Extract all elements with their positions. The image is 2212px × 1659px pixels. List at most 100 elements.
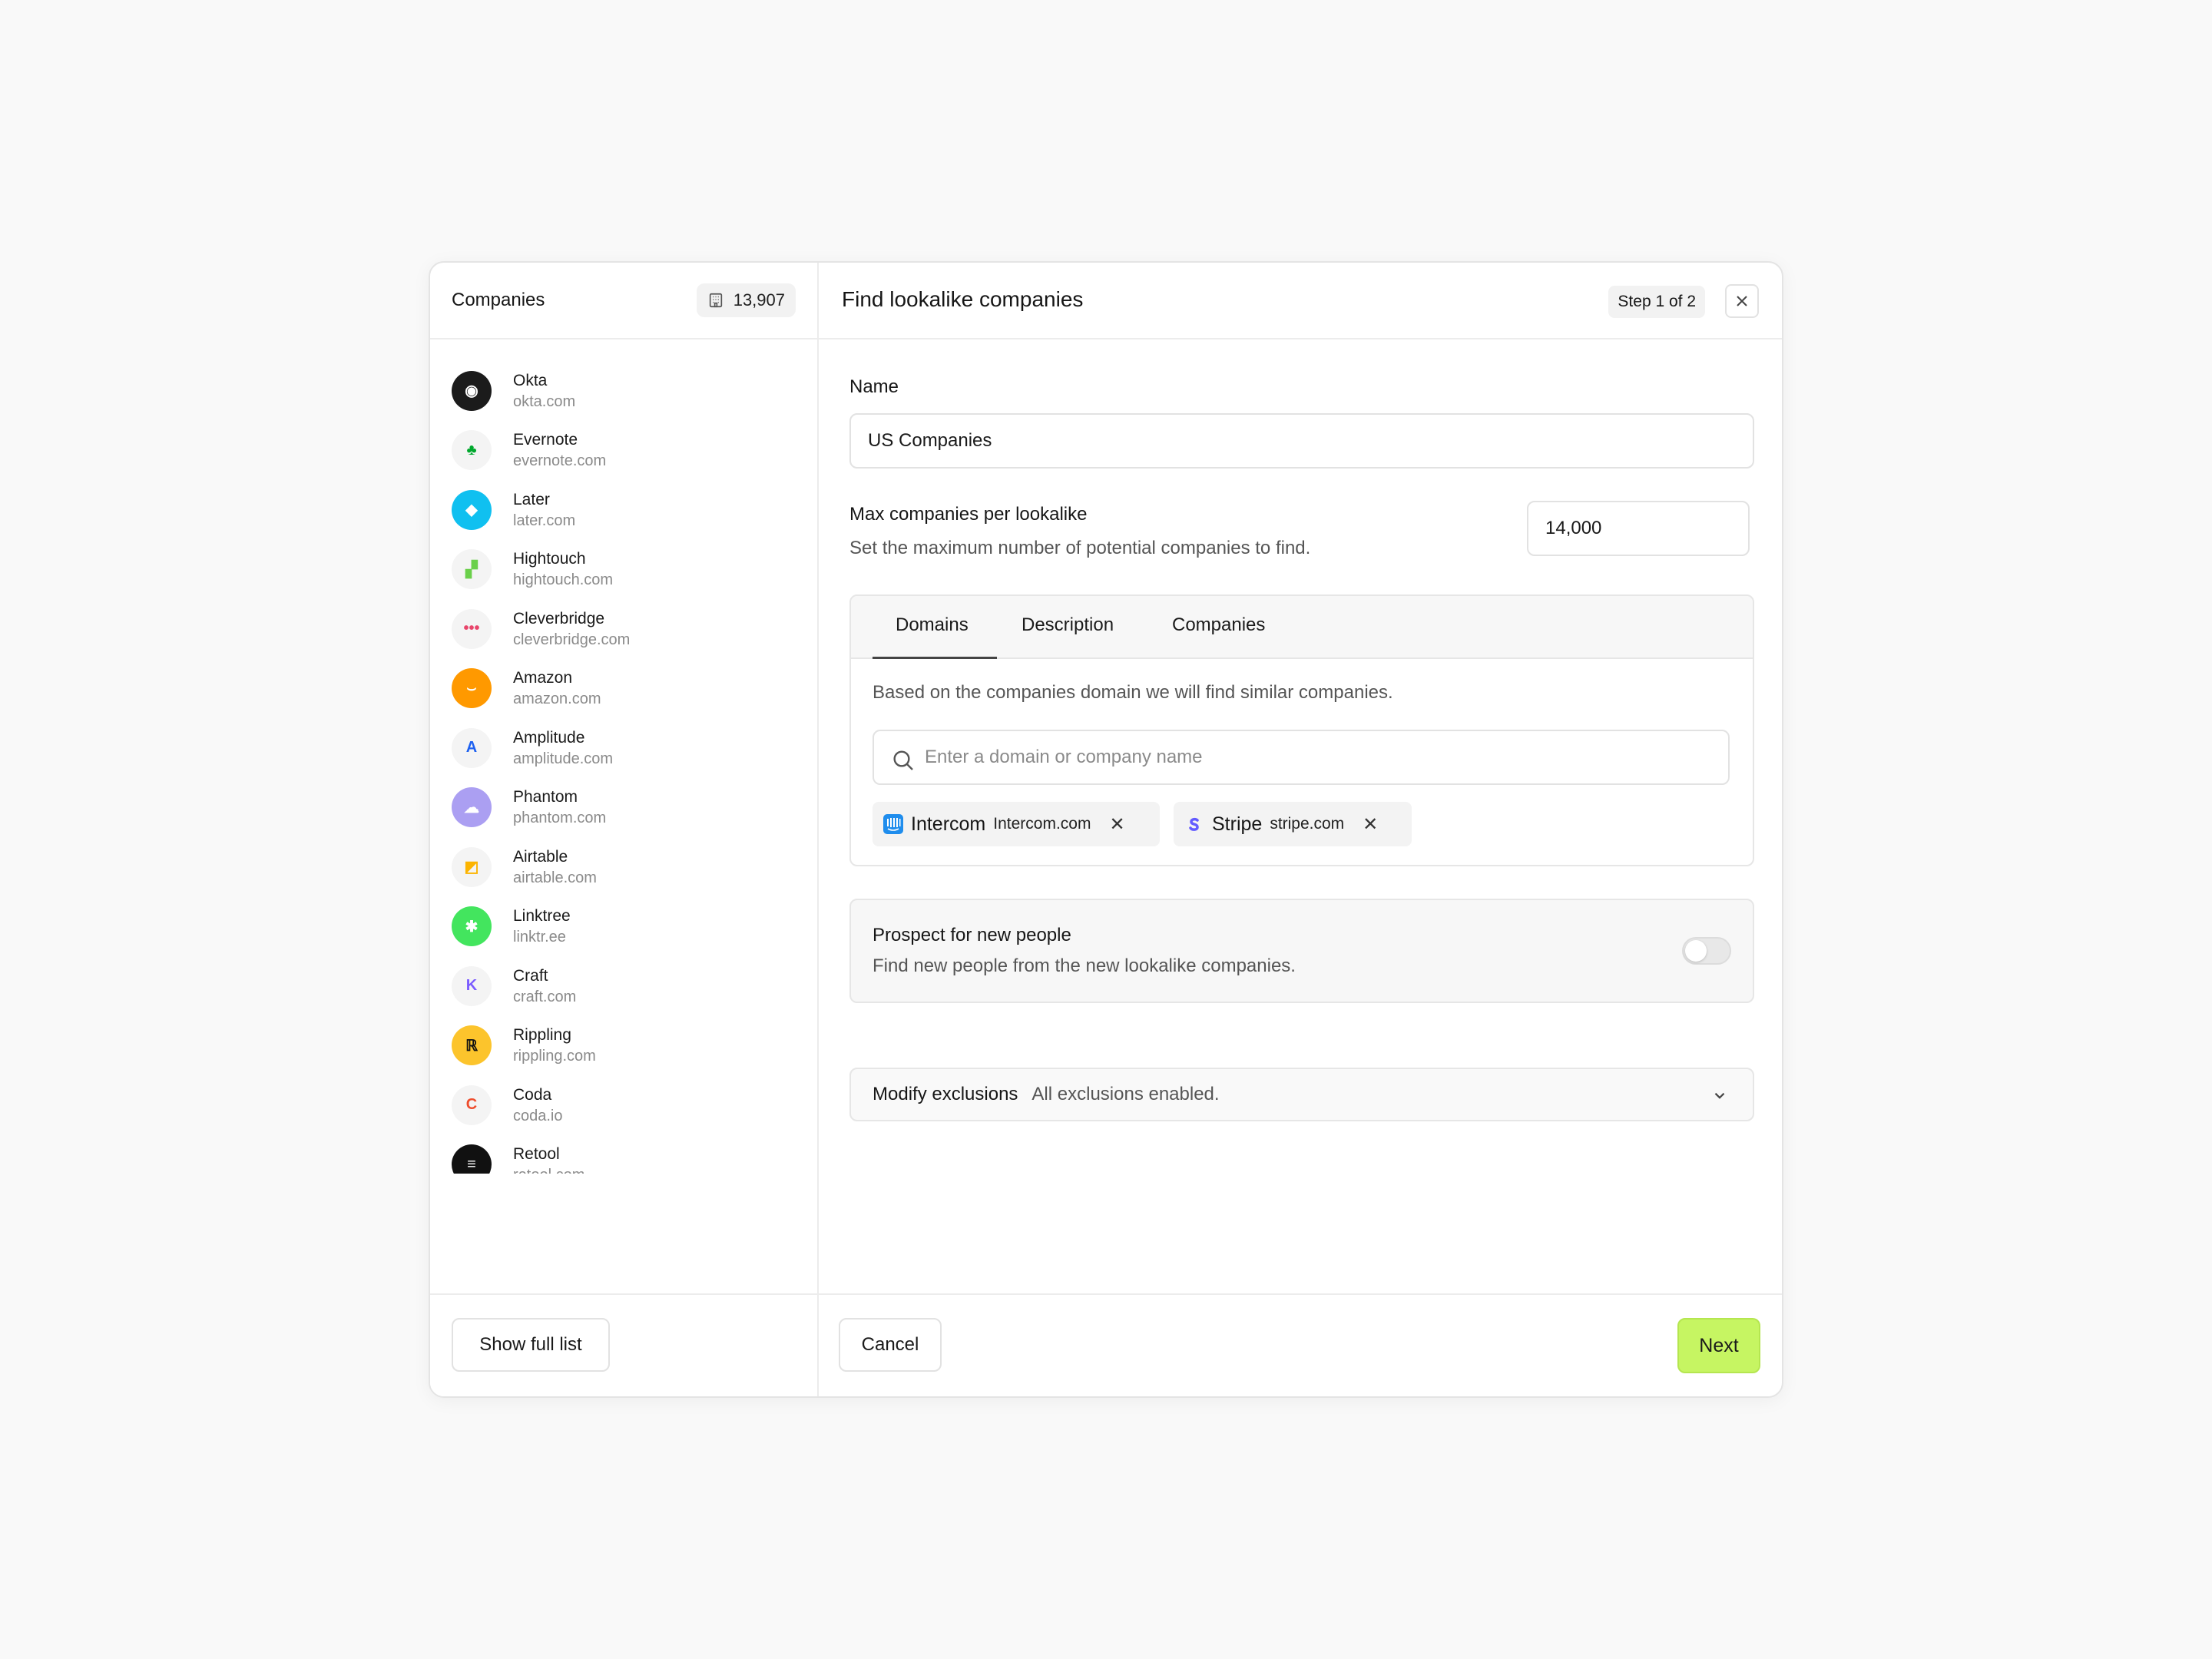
company-list-item[interactable]: K Craft craft.com (430, 956, 817, 1016)
company-name: Okta (513, 371, 548, 389)
company-list-item[interactable]: C Coda coda.io (430, 1075, 817, 1135)
company-list-item[interactable]: ≡ Retoolretool.com (430, 1135, 817, 1174)
domain-search-placeholder: Enter a domain or company name (925, 747, 1203, 767)
company-name: Later (513, 490, 550, 508)
company-list-item[interactable]: ◩ Airtable airtable.com (430, 837, 817, 897)
company-list[interactable]: ◉ Okta okta.com ♣ Evernote evernote.com ◆ Later… (430, 361, 817, 1174)
tab-description[interactable]: Description (1022, 614, 1114, 636)
show-full-list-button[interactable]: Show full list (452, 1318, 610, 1372)
exclusions-dropdown[interactable]: Modify exclusions All exclusions enabled… (849, 1068, 1754, 1121)
company-name: Craft (513, 966, 548, 985)
company-logo-icon: ▞ (452, 549, 492, 590)
chip-domain: stripe.com (1270, 815, 1345, 833)
step-badge: Step 1 of 2 (1608, 286, 1705, 318)
prospect-section: Prospect for new people Find new people … (849, 899, 1754, 1003)
prospect-help: Find new people from the new lookalike c… (873, 955, 1296, 976)
company-domain: hightouch.com (513, 571, 614, 589)
intercom-logo-icon (883, 814, 903, 834)
form-header: Find lookalike companies Step 1 of 2 (819, 263, 1782, 339)
company-text: Cleverbridge cleverbridge.com (513, 608, 630, 650)
company-list-item[interactable]: ♣ Evernote evernote.com (430, 421, 817, 481)
company-name: Hightouch (513, 550, 586, 568)
company-name: Phantom (513, 788, 578, 806)
company-list-item[interactable]: A Amplitude amplitude.com (430, 718, 817, 778)
companies-footer: Show full list (430, 1293, 817, 1396)
company-name: Amazon (513, 669, 573, 687)
company-text: Evernote evernote.com (513, 429, 606, 471)
page-title: Find lookalike companies (842, 287, 1084, 311)
company-text: Linktree linktr.ee (513, 906, 571, 947)
company-logo-icon: A (452, 727, 492, 768)
close-button[interactable] (1725, 284, 1759, 318)
max-companies-label: Max companies per lookalike (849, 504, 1088, 525)
domain-chip-intercom: Intercom Intercom.com ✕ (873, 802, 1160, 846)
company-text: Okta okta.com (513, 370, 575, 412)
company-list-item[interactable]: ☁ Phantom phantom.com (430, 778, 817, 838)
company-domain: linktr.ee (513, 929, 566, 946)
chip-name: Intercom (911, 813, 986, 835)
company-text: Later later.com (513, 489, 575, 531)
company-logo-icon: ℝ (452, 1025, 492, 1066)
cancel-button[interactable]: Cancel (839, 1318, 942, 1372)
company-name: Cleverbridge (513, 609, 605, 628)
company-logo-icon: ◉ (452, 370, 492, 411)
name-input[interactable]: US Companies (849, 413, 1754, 469)
company-domain: amazon.com (513, 690, 601, 708)
companies-header: Companies 13,907 (430, 263, 817, 339)
chevron-down-icon (1714, 1092, 1725, 1099)
company-logo-icon: ♣ (452, 430, 492, 471)
company-text: Phantom phantom.com (513, 786, 606, 828)
tabs-bar: Domains Description Companies (851, 596, 1753, 659)
company-domain: evernote.com (513, 452, 607, 470)
company-list-item[interactable]: ◆ Later later.com (430, 480, 817, 540)
form-footer: Cancel Next (819, 1293, 1782, 1396)
company-list-item[interactable]: ℝ Rippling rippling.com (430, 1016, 817, 1076)
company-name: Evernote (513, 431, 578, 449)
companies-count-badge: 13,907 (696, 283, 796, 317)
company-list-item[interactable]: ▞ Hightouch hightouch.com (430, 540, 817, 600)
company-text: Amplitude amplitude.com (513, 727, 613, 769)
remove-chip-icon[interactable]: ✕ (1363, 813, 1378, 836)
company-logo-icon: ••• (452, 608, 492, 649)
tab-companies[interactable]: Companies (1172, 614, 1265, 636)
company-domain: later.com (513, 512, 576, 529)
next-button[interactable]: Next (1677, 1318, 1760, 1373)
prospect-title: Prospect for new people (873, 925, 1071, 945)
company-list-item[interactable]: ✱ Linktree linktr.ee (430, 897, 817, 957)
company-name: Amplitude (513, 728, 585, 747)
company-list-item[interactable]: ••• Cleverbridge cleverbridge.com (430, 599, 817, 659)
close-icon (1737, 296, 1747, 306)
company-logo-icon: ≡ (452, 1144, 492, 1174)
company-domain: craft.com (513, 988, 577, 1005)
company-list-item[interactable]: ◉ Okta okta.com (430, 361, 817, 421)
tab-domains[interactable]: Domains (896, 614, 969, 636)
company-text: Craft craft.com (513, 965, 576, 1007)
max-companies-input[interactable]: 14,000 (1527, 501, 1750, 556)
chip-domain: Intercom.com (993, 815, 1091, 833)
company-text: Hightouch hightouch.com (513, 548, 613, 590)
company-list-item[interactable]: ⌣ Amazon amazon.com (430, 659, 817, 719)
company-name: Rippling (513, 1026, 571, 1045)
company-domain: cleverbridge.com (513, 631, 631, 648)
company-name: Retool (513, 1145, 560, 1164)
companies-count: 13,907 (733, 290, 785, 310)
exclusions-status: All exclusions enabled. (1031, 1084, 1220, 1104)
toggle-knob (1685, 940, 1707, 962)
exclusions-label: Modify exclusions (873, 1084, 1018, 1104)
company-logo-icon: ◩ (452, 846, 492, 887)
company-text: Coda coda.io (513, 1084, 563, 1126)
company-domain: phantom.com (513, 810, 607, 827)
company-domain: retool.com (513, 1165, 584, 1174)
company-name: Coda (513, 1085, 552, 1104)
company-logo-icon: ☁ (452, 787, 492, 828)
company-text: Airtable airtable.com (513, 846, 597, 888)
chip-name: Stripe (1212, 813, 1263, 835)
prospect-toggle[interactable] (1682, 937, 1731, 965)
company-domain: rippling.com (513, 1048, 596, 1065)
company-text: Amazon amazon.com (513, 667, 601, 709)
company-domain: amplitude.com (513, 750, 614, 767)
domain-search-input[interactable]: Enter a domain or company name (873, 730, 1730, 785)
domains-tabs-box: Domains Description Companies Based on t… (849, 594, 1754, 866)
remove-chip-icon[interactable]: ✕ (1109, 813, 1124, 836)
company-domain: coda.io (513, 1107, 563, 1124)
